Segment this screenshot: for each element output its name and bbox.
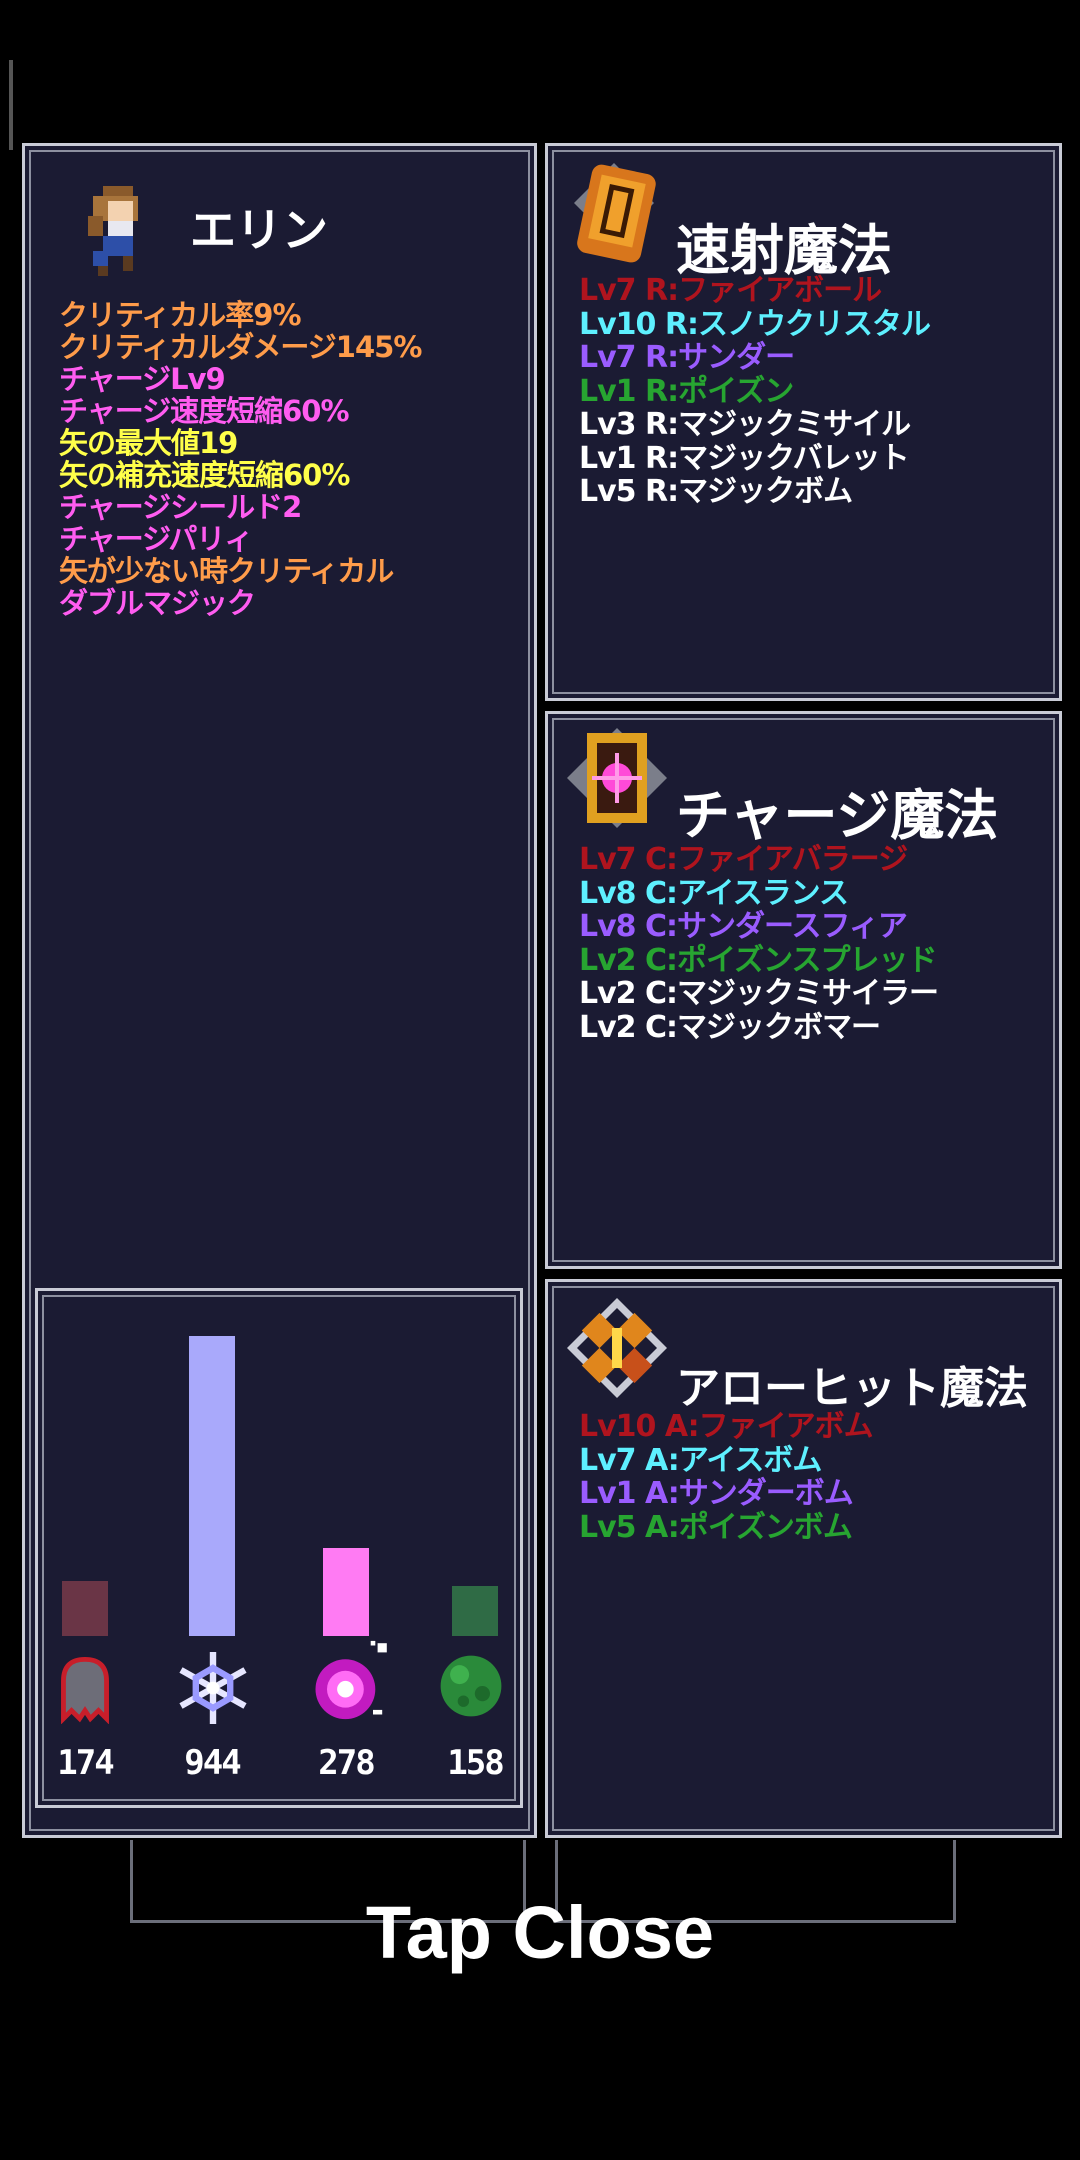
rapid-magic-list: Lv7 R:ファイアボール Lv10 R:スノウクリスタル Lv7 R:サンダー Lv… — [579, 273, 931, 509]
spell-line: Lv10 R:スノウクリスタル — [579, 306, 931, 342]
stat-line: 矢の補充速度短縮60% — [59, 458, 350, 492]
value-label-thunder: 278 — [318, 1743, 375, 1783]
spell-line: Lv7 C:ファイアバラージ — [579, 842, 908, 877]
chart-icons — [38, 1640, 526, 1736]
spell-line: Lv5 R:マジックボム — [579, 474, 853, 509]
bar-fire — [62, 1581, 108, 1636]
spell-line: Lv2 C:ポイズンスプレッド — [579, 942, 938, 978]
spell-line: Lv1 R:マジックバレット — [579, 440, 910, 476]
character-panel: エリン クリティカル率9% クリティカルダメージ145% チャージLv9 チャージ速度… — [22, 143, 537, 1838]
charge-magic-panel: チャージ魔法 Lv7 C:ファイアバラージ Lv8 C:アイスランス Lv8 C:サ… — [545, 711, 1062, 1269]
chart-value-labels: 174 944 278 158 — [38, 1743, 526, 1787]
damage-bar-chart — [38, 1291, 526, 1636]
spell-line: Lv5 A:ポイズンボム — [579, 1509, 853, 1545]
spell-line: Lv7 A:アイスボム — [579, 1442, 822, 1478]
spell-line: Lv7 R:サンダー — [579, 340, 795, 375]
damage-chart-panel: 174 944 278 158 — [35, 1288, 523, 1808]
stat-line: チャージパリィ — [59, 522, 253, 556]
arrowhit-magic-panel: アローヒット魔法 Lv10 A:ファイアボム Lv7 A:アイスボム Lv1 A:サ… — [545, 1279, 1062, 1838]
ghost-icon — [61, 1656, 109, 1724]
spell-line: Lv2 C:マジックボマー — [579, 1009, 881, 1045]
stat-line: チャージシールド2 — [59, 490, 302, 524]
stat-line: チャージLv9 — [59, 362, 226, 396]
tap-close-button[interactable]: Tap Close — [0, 1890, 1080, 1975]
spell-line: Lv8 C:サンダースフィア — [579, 909, 908, 944]
stat-line: 矢が少ない時クリティカル — [59, 554, 394, 588]
charge-magic-title: チャージ魔法 — [676, 784, 999, 847]
bar-ice — [189, 1336, 235, 1636]
stat-line: チャージ速度短縮60% — [59, 394, 350, 428]
bar-thunder — [323, 1548, 369, 1636]
rapid-magic-panel: 速射魔法 Lv7 R:ファイアボール Lv10 R:スノウクリスタル Lv7 R:サ… — [545, 143, 1062, 701]
snowflake-icon — [179, 1652, 247, 1724]
status-bar-indicator — [9, 60, 13, 150]
value-label-fire: 174 — [57, 1743, 114, 1783]
rune-book-icon — [567, 728, 667, 828]
slime-icon — [440, 1655, 502, 1717]
stat-line: 矢の最大値19 — [59, 426, 238, 460]
spell-line: Lv7 R:ファイアボール — [579, 273, 882, 308]
arrow-emblem-icon — [567, 1298, 667, 1398]
spell-line: Lv10 A:ファイアボム — [579, 1409, 874, 1444]
spell-line: Lv1 A:サンダーボム — [579, 1476, 854, 1511]
charge-magic-list: Lv7 C:ファイアバラージ Lv8 C:アイスランス Lv8 C:サンダースフィア… — [579, 842, 939, 1045]
character-portrait-icon — [88, 186, 138, 276]
value-label-poison: 158 — [447, 1743, 504, 1783]
spell-line: Lv1 R:ポイズン — [579, 373, 794, 409]
bar-poison — [452, 1586, 498, 1636]
scroll-icon — [574, 163, 656, 263]
value-label-ice: 944 — [184, 1743, 241, 1783]
arrowhit-magic-list: Lv10 A:ファイアボム Lv7 A:アイスボム Lv1 A:サンダーボム Lv5 … — [579, 1409, 874, 1545]
spell-line: Lv2 C:マジックミサイラー — [579, 976, 939, 1011]
stat-line: クリティカル率9% — [59, 298, 302, 332]
stat-line: ダブルマジック — [59, 586, 256, 620]
arrowhit-magic-title: アローヒット魔法 — [676, 1363, 1028, 1414]
spell-line: Lv8 C:アイスランス — [579, 875, 849, 911]
spell-line: Lv3 R:マジックミサイル — [579, 407, 911, 442]
character-stats-list: クリティカル率9% クリティカルダメージ145% チャージLv9 チャージ速度短縮60… — [59, 298, 422, 620]
magic-orb-icon — [315, 1640, 387, 1720]
stat-line: クリティカルダメージ145% — [59, 330, 422, 364]
character-name: エリン — [190, 203, 328, 257]
